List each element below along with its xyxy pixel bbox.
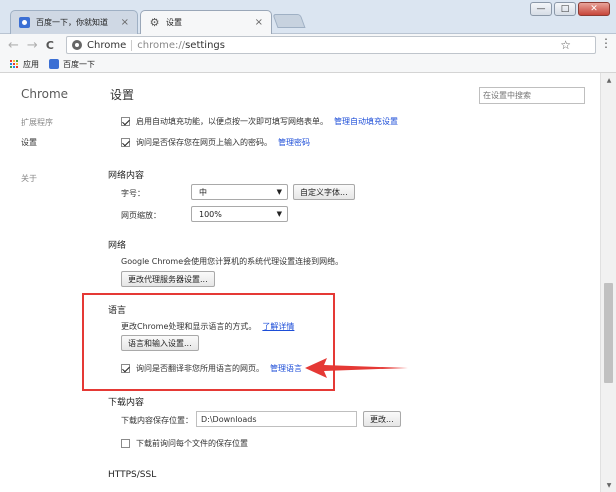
tab-baidu[interactable]: 百度一下，你就知道 ×	[10, 10, 138, 34]
omnibox-url: chrome://settings	[137, 40, 225, 51]
close-icon[interactable]: ×	[255, 17, 263, 28]
url-scheme: chrome://	[137, 39, 186, 51]
tab-label: 百度一下，你就知道	[36, 18, 108, 27]
ask-save-location-label: 下载前询问每个文件的保存位置	[136, 439, 248, 448]
baidu-paw-icon	[49, 59, 59, 69]
bookmarks-bar: 应用 百度一下	[0, 56, 616, 73]
download-location-label: 下载内容保存位置：	[121, 416, 193, 425]
bookmark-label: 应用	[23, 59, 39, 69]
window-controls: — □ ✕	[530, 2, 610, 16]
tab-label: 设置	[166, 18, 182, 27]
apps-grid-icon	[10, 59, 19, 69]
bookmark-label: 百度一下	[63, 59, 95, 69]
omnibox-divider	[131, 39, 133, 51]
annotation-arrow	[305, 358, 408, 378]
baidu-paw-icon	[19, 17, 30, 28]
ask-save-location-checkbox[interactable]	[121, 439, 130, 448]
bookmark-apps[interactable]: 应用	[10, 59, 39, 70]
scroll-down-arrow-icon[interactable]: ▼	[601, 478, 616, 492]
back-button[interactable]: ←	[8, 39, 19, 52]
browser-toolbar: ← → C Chrome chrome://settings ☆ ⋮	[0, 34, 616, 56]
gear-icon: ⚙	[149, 16, 160, 29]
https-heading: HTTPS/SSL	[108, 470, 157, 480]
chrome-icon	[72, 40, 82, 50]
new-tab-button[interactable]	[272, 14, 306, 28]
download-location-input[interactable]: D:\Downloads	[196, 411, 357, 427]
close-icon[interactable]: ×	[121, 17, 129, 28]
menu-icon[interactable]: ⋮	[600, 37, 612, 49]
window-close-button[interactable]: ✕	[578, 2, 610, 16]
change-download-location-button[interactable]: 更改...	[363, 411, 401, 427]
settings-page: Chrome 扩展程序 设置 关于 设置 启用自动填充功能，以便点按一次即可填写…	[0, 73, 616, 492]
address-bar[interactable]: Chrome chrome://settings ☆	[66, 36, 596, 54]
downloads-heading: 下载内容	[108, 398, 145, 408]
page-scrollbar[interactable]: ▲ ▼	[600, 73, 616, 492]
tab-settings[interactable]: ⚙ 设置 ×	[140, 10, 272, 34]
scroll-thumb[interactable]	[604, 283, 613, 383]
omnibox-brand: Chrome	[87, 39, 127, 51]
ask-save-location-row: 下载前询问每个文件的保存位置	[121, 438, 248, 449]
scroll-up-arrow-icon[interactable]: ▲	[601, 73, 616, 87]
minimize-button[interactable]: —	[530, 2, 552, 16]
title-bar: 百度一下，你就知道 × ⚙ 设置 × — □ ✕	[0, 0, 616, 34]
maximize-button[interactable]: □	[554, 2, 576, 16]
bookmark-baidu[interactable]: 百度一下	[49, 59, 95, 70]
reload-button[interactable]: C	[46, 40, 54, 51]
annotation-arrowhead	[305, 358, 408, 378]
url-path: settings	[185, 39, 225, 51]
forward-button[interactable]: →	[27, 39, 38, 52]
bookmark-star-icon[interactable]: ☆	[560, 39, 571, 51]
